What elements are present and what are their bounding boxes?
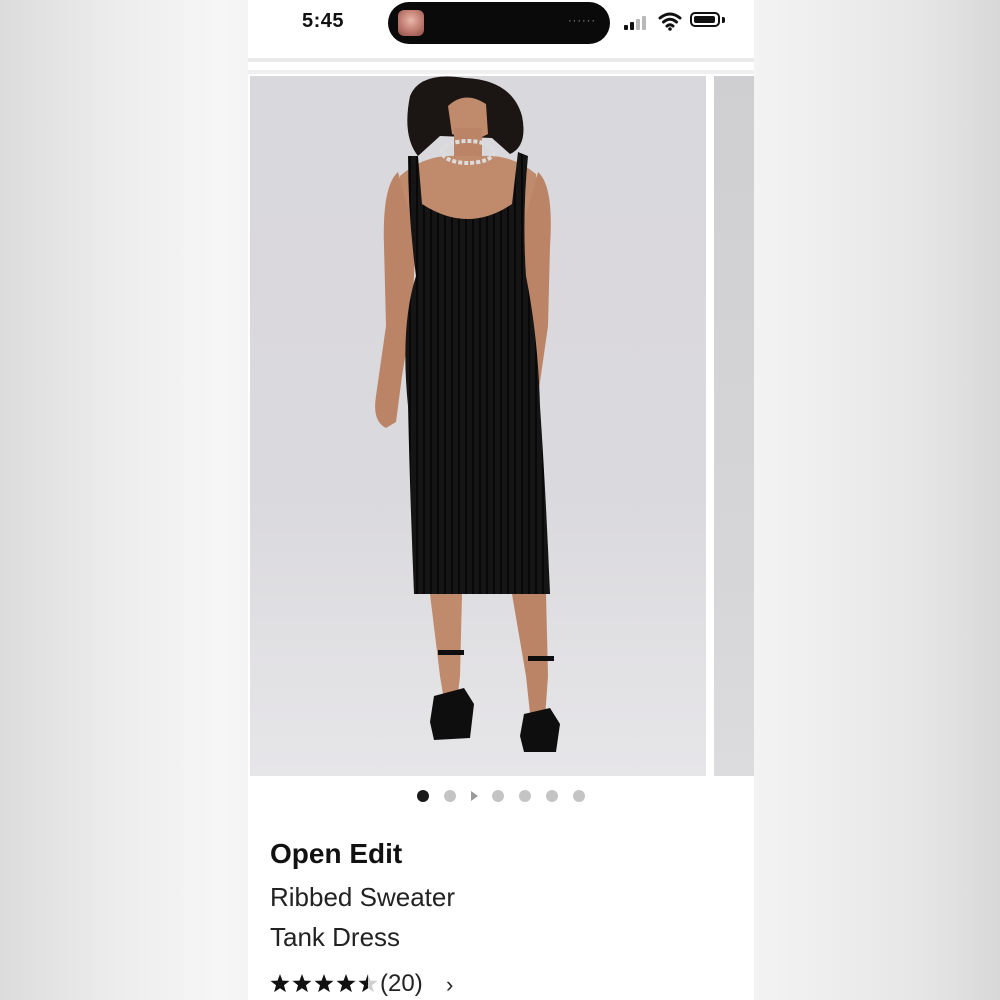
star-rating-icon bbox=[270, 974, 378, 993]
product-name-line-1: Ribbed Sweater bbox=[270, 882, 455, 912]
product-name-line-2: Tank Dress bbox=[270, 922, 401, 952]
pagination-dot[interactable] bbox=[519, 790, 531, 802]
phone-screen: 5:45 ······ Open Edit Ribbed Sweater Tan… bbox=[248, 0, 754, 1000]
island-indicator: ······ bbox=[568, 15, 596, 27]
header-divider-secondary bbox=[248, 70, 754, 74]
brand-name[interactable]: Open Edit bbox=[270, 838, 402, 870]
pagination-dot[interactable] bbox=[546, 790, 558, 802]
model-photo bbox=[375, 76, 560, 752]
wifi-icon bbox=[658, 12, 682, 31]
status-bar: 5:45 ······ bbox=[248, 0, 754, 50]
next-product-image-peek[interactable] bbox=[714, 76, 754, 776]
product-image[interactable] bbox=[250, 76, 706, 776]
battery-icon bbox=[690, 12, 720, 27]
header-divider bbox=[248, 58, 754, 62]
status-time: 5:45 bbox=[302, 10, 345, 32]
chevron-right-icon[interactable]: › bbox=[446, 972, 453, 998]
star-icon bbox=[336, 974, 356, 993]
review-count[interactable]: (20) bbox=[380, 970, 423, 998]
battery-tip bbox=[722, 17, 725, 23]
pagination-dot[interactable] bbox=[492, 790, 504, 802]
star-icon bbox=[292, 974, 312, 993]
star-icon bbox=[270, 974, 290, 993]
video-play-icon[interactable] bbox=[471, 791, 478, 801]
product-image-gallery[interactable] bbox=[248, 76, 754, 776]
cellular-signal-icon bbox=[624, 14, 650, 30]
dynamic-island[interactable]: ······ bbox=[388, 2, 610, 44]
pagination-dot-active[interactable] bbox=[417, 790, 429, 802]
pagination-dot[interactable] bbox=[573, 790, 585, 802]
star-icon bbox=[358, 974, 378, 993]
gallery-pagination[interactable] bbox=[248, 788, 754, 804]
star-icon bbox=[314, 974, 334, 993]
pagination-dot[interactable] bbox=[444, 790, 456, 802]
live-activity-avatar bbox=[398, 10, 424, 36]
